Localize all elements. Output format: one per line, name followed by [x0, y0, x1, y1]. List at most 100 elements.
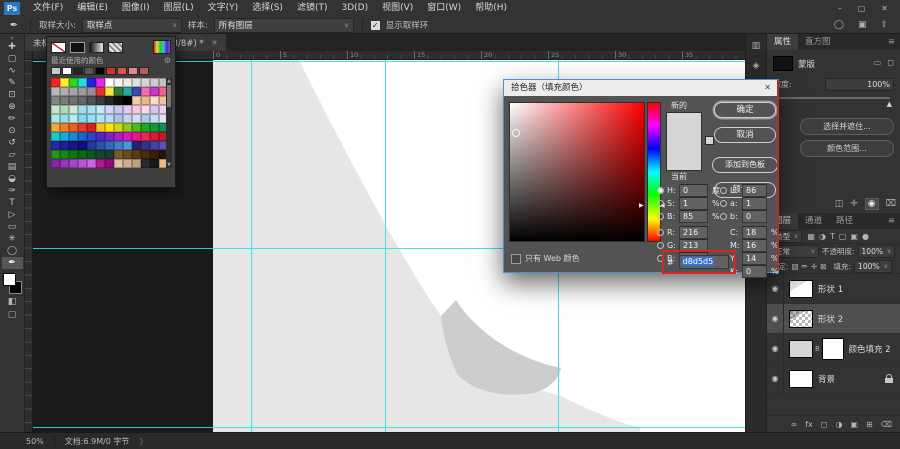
l-field[interactable]: 86 — [742, 183, 767, 197]
color-swatch[interactable] — [96, 123, 105, 132]
color-swatch[interactable] — [69, 132, 78, 141]
color-swatch[interactable] — [132, 114, 141, 123]
color-swatch[interactable] — [105, 159, 114, 168]
crop-tool[interactable]: ⊡ — [2, 89, 23, 101]
b-field[interactable]: 85 — [679, 209, 708, 223]
color-swatch[interactable] — [60, 159, 69, 168]
color-swatch[interactable] — [114, 150, 123, 159]
color-swatch[interactable] — [60, 132, 69, 141]
lasso-tool[interactable]: ∿ — [2, 65, 23, 77]
new-layer-icon[interactable]: ⊞ — [866, 420, 873, 429]
lab-b-field[interactable]: 0 — [742, 209, 767, 223]
saturation-brightness-field[interactable] — [509, 102, 645, 242]
color-swatch[interactable] — [78, 114, 87, 123]
r-radio[interactable] — [657, 228, 664, 236]
move-tool[interactable]: ✚ — [2, 41, 23, 53]
color-swatch[interactable] — [141, 150, 150, 159]
g-radio[interactable] — [657, 241, 664, 249]
color-swatch[interactable] — [60, 78, 69, 87]
color-swatch[interactable] — [51, 123, 60, 132]
status-expand-icon[interactable]: 〉 — [139, 436, 147, 447]
no-fill-button[interactable] — [51, 41, 66, 53]
c-field[interactable]: 18 — [742, 225, 767, 239]
color-range-button[interactable]: 颜色范围... — [800, 140, 894, 157]
color-swatch[interactable] — [132, 105, 141, 114]
color-swatch[interactable] — [96, 96, 105, 105]
color-swatch[interactable] — [141, 96, 150, 105]
color-swatch[interactable] — [132, 87, 141, 96]
hand-tool[interactable]: ✳ — [2, 233, 23, 245]
menu-item[interactable]: 视图(V) — [375, 0, 420, 17]
color-swatch[interactable] — [123, 96, 132, 105]
color-swatch[interactable] — [69, 141, 78, 150]
color-swatch[interactable] — [60, 96, 69, 105]
tab-properties[interactable]: 属性 — [767, 34, 799, 50]
workspace-icon[interactable]: ▣ — [858, 20, 867, 30]
color-swatch[interactable] — [132, 150, 141, 159]
layer-thumbnail[interactable] — [789, 309, 813, 328]
menu-item[interactable]: 帮助(H) — [468, 0, 514, 17]
color-swatch[interactable] — [51, 105, 60, 114]
color-swatch[interactable] — [78, 159, 87, 168]
color-swatch[interactable] — [87, 87, 96, 96]
dialog-close-icon[interactable]: ✕ — [764, 80, 771, 96]
screen-mode-icon[interactable]: ▢ — [0, 309, 24, 322]
guide-horizontal-3[interactable] — [33, 427, 745, 428]
layer-group-icon[interactable]: ▣ — [850, 420, 858, 429]
recent-color-swatch[interactable] — [62, 67, 72, 75]
layer-name[interactable]: 背景 — [818, 373, 835, 385]
color-swatch[interactable] — [96, 141, 105, 150]
zoom-level[interactable]: 50% — [26, 437, 44, 446]
share-icon[interactable]: ⇪ — [880, 20, 888, 30]
minimize-icon[interactable]: – — [838, 4, 842, 13]
layer-row[interactable]: ◉ 形状 2 — [767, 304, 900, 334]
color-swatch[interactable] — [60, 114, 69, 123]
color-swatch[interactable] — [114, 141, 123, 150]
menu-item[interactable]: 编辑(E) — [70, 0, 115, 17]
color-swatch[interactable] — [123, 132, 132, 141]
add-layer-mask-icon[interactable]: ◻ — [821, 420, 828, 429]
quick-selection-tool[interactable]: ✎ — [2, 77, 23, 89]
s-field[interactable]: 1 — [679, 196, 708, 210]
tab-close-icon[interactable]: ✕ — [212, 39, 218, 47]
color-swatch[interactable] — [105, 105, 114, 114]
color-swatch[interactable] — [96, 150, 105, 159]
tab-channels[interactable]: 通道 — [798, 213, 829, 229]
color-swatch[interactable] — [60, 150, 69, 159]
color-swatch[interactable] — [69, 150, 78, 159]
color-swatch[interactable] — [78, 141, 87, 150]
color-swatch[interactable] — [114, 96, 123, 105]
panel-menu-icon[interactable]: ≡ — [888, 37, 900, 47]
color-swatch[interactable] — [78, 78, 87, 87]
menu-item[interactable]: 窗口(W) — [420, 0, 468, 17]
color-swatch[interactable] — [123, 150, 132, 159]
color-swatch[interactable] — [51, 87, 60, 96]
quick-mask-icon[interactable]: ◧ — [0, 296, 24, 309]
lock-all-icon[interactable]: ⊠ — [820, 262, 826, 271]
menu-item[interactable]: 文字(Y) — [201, 0, 246, 17]
color-swatch[interactable] — [51, 141, 60, 150]
color-swatch[interactable] — [114, 87, 123, 96]
pattern-fill-button[interactable] — [108, 41, 123, 53]
color-swatch[interactable] — [123, 159, 132, 168]
color-swatch[interactable] — [78, 87, 87, 96]
color-swatch[interactable] — [87, 150, 96, 159]
color-swatch[interactable] — [105, 123, 114, 132]
type-tool[interactable]: T — [2, 197, 23, 209]
color-swatch[interactable] — [87, 78, 96, 87]
color-swatch[interactable] — [132, 132, 141, 141]
filter-type-icon[interactable]: T — [830, 232, 835, 241]
layer-thumbnail[interactable] — [789, 279, 813, 298]
visibility-eye-icon[interactable]: ◉ — [767, 364, 784, 393]
filter-smart-object-icon[interactable]: ▣ — [850, 232, 858, 241]
menu-item[interactable]: 图层(L) — [157, 0, 201, 17]
b-radio[interactable] — [657, 212, 664, 220]
delete-mask-icon[interactable]: ⌧ — [886, 199, 896, 209]
color-swatch[interactable] — [60, 141, 69, 150]
color-swatch[interactable] — [96, 159, 105, 168]
layer-row[interactable]: ◉ 形状 1 — [767, 274, 900, 304]
maximize-icon[interactable]: ▢ — [858, 4, 866, 13]
color-swatch[interactable] — [105, 150, 114, 159]
sample-dropdown[interactable]: 所有图层 ∨ — [213, 17, 354, 33]
color-swatch[interactable] — [69, 123, 78, 132]
